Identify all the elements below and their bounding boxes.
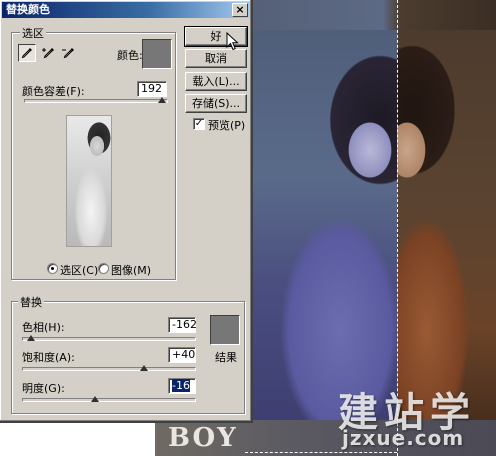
dialog-title: 替换颜色: [6, 3, 50, 16]
subtract-from-sample-tool[interactable]: [59, 44, 77, 62]
radio-selection[interactable]: [47, 263, 58, 274]
fuzziness-label: 颜色容差(F):: [22, 85, 85, 98]
replace-group-label: 替换: [18, 294, 44, 310]
dialog-titlebar[interactable]: 替换颜色 ×: [2, 2, 250, 18]
saturation-slider-track[interactable]: [22, 367, 196, 371]
hue-label: 色相(H):: [22, 321, 65, 334]
radio-image[interactable]: [98, 263, 109, 274]
fuzziness-slider-track[interactable]: [24, 99, 168, 103]
saturation-slider-thumb[interactable]: [139, 365, 148, 371]
save-button[interactable]: 存储(S)...: [185, 94, 247, 113]
result-label: 结果: [215, 351, 237, 364]
lightness-slider-thumb[interactable]: [91, 396, 100, 402]
lightness-slider-track[interactable]: [22, 398, 196, 402]
selection-color-label: 颜色:: [117, 49, 143, 62]
lightness-value-selected: -16: [172, 379, 190, 392]
site-watermark: 建站学 jzxue.com: [338, 380, 496, 456]
close-button[interactable]: ×: [232, 3, 248, 17]
lightness-label: 明度(G):: [22, 382, 65, 395]
selection-color-swatch[interactable]: [142, 39, 172, 69]
eyedropper-icon: [21, 48, 32, 59]
replace-group: 替换 色相(H): -162 饱和度(A): +40 明度(G): -16 结果: [11, 294, 245, 414]
preview-label[interactable]: 预览(P): [208, 117, 245, 133]
hue-input[interactable]: -162: [168, 317, 197, 333]
hue-slider-track[interactable]: [22, 337, 196, 341]
poster-text: BOY: [168, 423, 238, 453]
eyedropper-minus-icon: [62, 48, 74, 59]
result-color-swatch[interactable]: [210, 315, 240, 345]
watermark-url: jzxue.com: [342, 426, 465, 450]
eyedropper-tool[interactable]: [18, 44, 36, 62]
radio-selection-label[interactable]: 选区(C): [60, 262, 98, 278]
eyedropper-plus-icon: [42, 48, 54, 59]
fuzziness-slider-thumb[interactable]: [158, 97, 167, 103]
close-icon: ×: [235, 3, 245, 16]
lightness-input[interactable]: -16: [168, 378, 196, 394]
mouse-cursor-icon: [226, 32, 239, 51]
saturation-label: 饱和度(A):: [22, 351, 75, 364]
fuzziness-input[interactable]: 192: [137, 81, 167, 97]
load-button[interactable]: 载入(L)...: [185, 72, 247, 91]
saturation-input[interactable]: +40: [168, 347, 196, 363]
selection-group-label: 选区: [20, 25, 46, 41]
radio-image-label[interactable]: 图像(M): [111, 262, 151, 278]
checkmark-icon: ✓: [194, 118, 204, 129]
add-to-sample-tool[interactable]: [39, 44, 57, 62]
photo-top-area: [245, 0, 496, 30]
hue-slider-thumb[interactable]: [26, 335, 35, 341]
replace-color-dialog: 替换颜色 × 选区 颜色: 颜色容差(F): 192 选区(C) 图像(M) 替…: [0, 0, 253, 423]
selection-group: 选区 颜色: 颜色容差(F): 192 选区(C) 图像(M): [11, 25, 176, 280]
preview-checkbox[interactable]: ✓: [193, 118, 205, 130]
selection-preview-image[interactable]: [66, 115, 112, 247]
